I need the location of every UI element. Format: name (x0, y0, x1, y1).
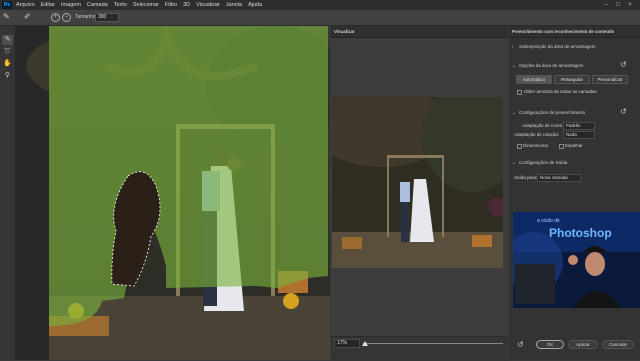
scale-label: Dimensionar (523, 143, 549, 148)
subtract-mode-icon[interactable]: − (62, 13, 71, 22)
photoshop-logo-icon: Ps (2, 1, 12, 9)
menu-imagem[interactable]: Imagem (61, 2, 81, 8)
close-icon[interactable]: × (626, 2, 634, 8)
sample-all-layers-label: Obter amostra de todas as camadas (524, 89, 597, 94)
mirror-checkbox[interactable] (559, 144, 564, 149)
panel-title: Preenchimento com reconhecimento de cont… (512, 29, 615, 34)
reset-fill-settings-icon[interactable]: ↺ (620, 107, 627, 116)
ok-button[interactable]: OK (536, 340, 564, 349)
sampling-overlay-chevron-icon[interactable]: › (512, 44, 514, 49)
mirror-label: Espelhar (565, 143, 583, 148)
output-settings-chevron-icon[interactable]: ⌄ (512, 160, 516, 166)
hand-tool-icon[interactable]: ✋ (2, 59, 13, 69)
sampling-overlay-section[interactable]: Sobreposição da área de amostragem (519, 44, 596, 49)
menu-filtro[interactable]: Filtro (165, 2, 177, 8)
rotation-adaptation-label: Adaptação de rotação: (514, 132, 560, 137)
menu-selecionar[interactable]: Selecionar (133, 2, 159, 8)
wedding-photo-with-sampling-overlay (26, 26, 330, 360)
add-mode-icon[interactable]: + (51, 13, 60, 22)
webcam-text-2: Photoshop (549, 226, 612, 240)
color-adaptation-select[interactable]: Padrão (563, 122, 595, 130)
output-settings-header[interactable]: Configurações de Saída (519, 160, 567, 165)
reset-sampling-icon[interactable]: ↺ (620, 60, 627, 69)
menu-visualizar[interactable]: Visualizar (196, 2, 220, 8)
zoom-slider-track[interactable] (363, 343, 503, 344)
menu-janela[interactable]: Janela (226, 2, 242, 8)
reset-all-icon[interactable]: ↺ (517, 340, 524, 349)
content-aware-fill-panel: Preenchimento com reconhecimento de cont… (509, 26, 640, 360)
sampling-options-header[interactable]: Opções da área de amostragem (519, 63, 584, 68)
menu-bar: Ps Arquivo Editar Imagem Camada Texto Se… (0, 0, 640, 10)
apply-button[interactable]: Aplicar (568, 340, 598, 349)
zoom-tool-icon[interactable]: ⚲ (2, 71, 13, 81)
brush-tool-preset-icon[interactable]: ✎ (3, 12, 13, 22)
scale-checkbox[interactable] (517, 144, 522, 149)
menu-arquivo[interactable]: Arquivo (16, 2, 35, 8)
menu-editar[interactable]: Editar (41, 2, 55, 8)
fill-settings-chevron-icon[interactable]: ⌄ (512, 110, 516, 116)
cancel-button[interactable]: Cancelar (602, 340, 634, 349)
zoom-level-input[interactable]: 17% (334, 339, 360, 348)
lasso-tool-icon[interactable]: ➰ (2, 47, 13, 57)
output-select[interactable]: Nova camada (537, 174, 581, 182)
preview-panel: Visualizar 17% (331, 26, 508, 361)
automatic-button[interactable]: Automático (516, 75, 552, 84)
menu-ajuda[interactable]: Ajuda (248, 2, 262, 8)
zoom-slider-handle[interactable] (362, 341, 368, 346)
customize-button[interactable]: Personalizar (592, 75, 628, 84)
menu-camada[interactable]: Camada (87, 2, 108, 8)
rotation-adaptation-select[interactable]: Nada (563, 131, 595, 139)
tools-panel: ✎ ➰ ✋ ⚲ (0, 26, 16, 360)
preview-title: Visualizar (334, 29, 355, 34)
maximize-icon[interactable]: □ (614, 2, 622, 8)
brush-options-icon[interactable]: ✐ (24, 12, 34, 22)
sampling-options-chevron-icon[interactable]: ⌄ (512, 63, 516, 69)
rectangular-button[interactable]: Retangular (554, 75, 590, 84)
preview-image (332, 97, 503, 268)
menu-texto[interactable]: Texto (114, 2, 127, 8)
minimize-icon[interactable]: – (602, 2, 610, 8)
menu-3d[interactable]: 3D (183, 2, 190, 8)
sample-all-layers-checkbox[interactable] (517, 90, 522, 95)
output-label: Saída para: (514, 175, 538, 180)
document-canvas[interactable] (16, 26, 330, 360)
webcam-text-1: a visão de (537, 218, 560, 224)
fill-settings-header[interactable]: Configurações de preenchimento (519, 110, 585, 115)
size-input[interactable]: 380 (95, 13, 119, 22)
size-label: Tamanho: (75, 14, 97, 20)
sampling-brush-tool-icon[interactable]: ✎ (2, 35, 13, 45)
color-adaptation-label: Adaptação de cores: (522, 123, 564, 128)
options-bar: ✎ ✐ + − Tamanho: 380 (0, 10, 640, 26)
